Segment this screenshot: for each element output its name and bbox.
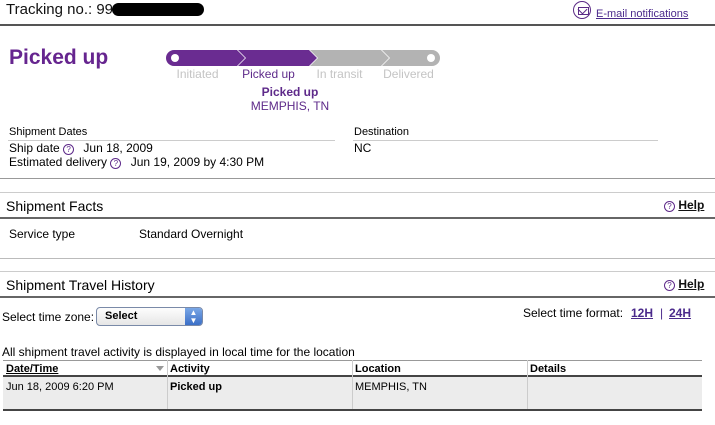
destination-value: NC bbox=[354, 141, 372, 155]
shipment-facts-help[interactable]: ? Help bbox=[664, 198, 704, 212]
summary-bottom-rule bbox=[0, 178, 715, 179]
row-location: MEMPHIS, TN bbox=[355, 381, 427, 393]
progress-bar bbox=[165, 49, 445, 69]
current-status: Picked up bbox=[261, 85, 319, 99]
column-divider bbox=[352, 360, 353, 409]
progress-end-dot bbox=[427, 54, 435, 62]
column-divider bbox=[167, 360, 168, 409]
ship-date-row: Ship date ? Jun 18, 2009 bbox=[9, 141, 153, 155]
facts-bottom-rule bbox=[0, 258, 715, 259]
destination-heading: Destination bbox=[354, 126, 410, 138]
step-delivered: Delivered bbox=[383, 67, 434, 81]
ship-date-label: Ship date bbox=[9, 141, 60, 155]
estimated-delivery-value: Jun 19, 2009 by 4:30 PM bbox=[130, 155, 265, 169]
estimated-delivery-row: Estimated delivery ? Jun 19, 2009 by 4:3… bbox=[9, 155, 264, 169]
column-header-datetime[interactable]: Date/Time bbox=[6, 363, 58, 375]
shipment-dates-heading: Shipment Dates bbox=[9, 126, 88, 138]
service-type-value: Standard Overnight bbox=[139, 227, 244, 241]
shipment-facts-header bbox=[0, 192, 715, 219]
progress-track bbox=[166, 50, 440, 66]
timezone-label: Select time zone: bbox=[2, 310, 95, 324]
step-picked-up: Picked up bbox=[242, 67, 295, 81]
travel-history-title: Shipment Travel History bbox=[6, 277, 155, 293]
local-time-note: All shipment travel activity is displaye… bbox=[2, 345, 355, 359]
timezone-selected-value: Select bbox=[105, 310, 138, 322]
row-datetime: Jun 18, 2009 6:20 PM bbox=[6, 381, 114, 393]
progress-start-dot bbox=[171, 54, 179, 62]
shipment-facts-title: Shipment Facts bbox=[6, 198, 104, 214]
estimated-delivery-help-icon[interactable]: ? bbox=[110, 158, 122, 169]
travel-history-help-link[interactable]: Help bbox=[678, 277, 704, 291]
time-format-label: Select time format: bbox=[523, 306, 624, 320]
progress-segment-picked-up bbox=[238, 50, 317, 66]
row-activity: Picked up bbox=[170, 381, 222, 393]
ship-date-value: Jun 18, 2009 bbox=[83, 141, 153, 155]
help-circle-icon: ? bbox=[664, 280, 675, 291]
step-initiated: Initiated bbox=[176, 67, 219, 81]
column-header-location: Location bbox=[355, 363, 401, 375]
estimated-delivery-label: Estimated delivery bbox=[9, 155, 108, 169]
shipment-facts-help-link[interactable]: Help bbox=[678, 198, 704, 212]
destination-rule bbox=[353, 140, 658, 141]
ship-date-help-icon[interactable]: ? bbox=[63, 144, 75, 155]
current-location: MEMPHIS, TN bbox=[250, 99, 330, 113]
progress-segment-in-transit bbox=[310, 50, 389, 66]
status-title: Picked up bbox=[9, 46, 109, 69]
help-circle-icon: ? bbox=[664, 201, 675, 212]
time-format-24h-link[interactable]: 24H bbox=[669, 306, 691, 320]
tracking-number-label: Tracking no.: 99 bbox=[6, 1, 113, 18]
select-updown-icon: ▲ ▼ bbox=[185, 308, 202, 325]
envelope-icon[interactable] bbox=[573, 1, 591, 19]
sort-down-icon[interactable] bbox=[156, 366, 164, 371]
service-type-label: Service type bbox=[9, 227, 76, 241]
redacted-tracking-number bbox=[112, 3, 204, 16]
email-notifications-link[interactable]: E-mail notifications bbox=[596, 8, 688, 20]
timezone-select[interactable]: Select ▲ ▼ bbox=[96, 307, 203, 326]
column-header-details: Details bbox=[530, 363, 567, 375]
column-header-activity: Activity bbox=[170, 363, 210, 375]
travel-history-table: Date/Time Activity Location Details Jun … bbox=[3, 360, 702, 411]
time-format-separator: | bbox=[660, 306, 664, 320]
travel-history-help[interactable]: ? Help bbox=[664, 277, 704, 291]
step-in-transit: In transit bbox=[316, 67, 363, 81]
column-divider bbox=[527, 360, 528, 409]
time-format-12h-link[interactable]: 12H bbox=[631, 306, 653, 320]
